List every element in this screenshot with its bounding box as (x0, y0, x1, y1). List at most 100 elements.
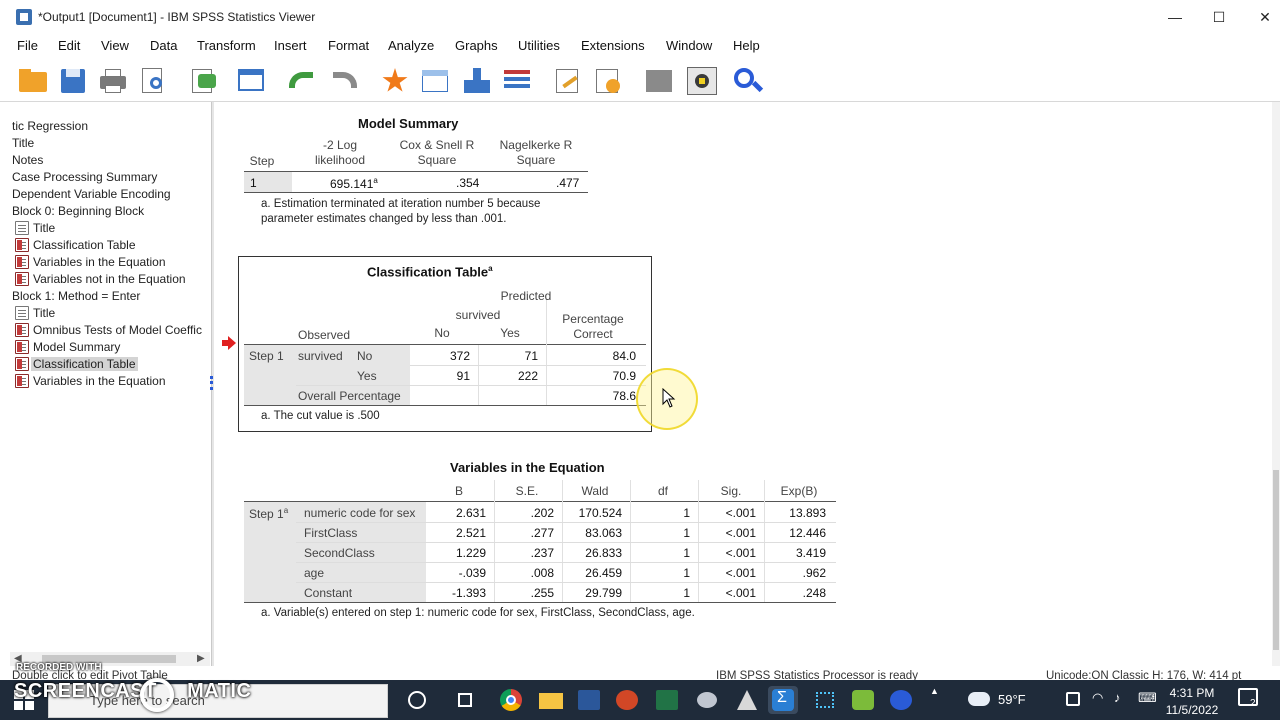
outline-item-omnibus-tests[interactable]: Omnibus Tests of Model Coeffic (33, 323, 202, 337)
outline-item-model-summary[interactable]: Model Summary (33, 340, 120, 354)
undo-icon[interactable] (286, 66, 316, 94)
spss-taskbar-icon[interactable]: Σ (768, 686, 798, 714)
model-summary-title: Model Summary (358, 116, 459, 131)
find-icon[interactable] (732, 66, 764, 94)
table-output-icon (15, 272, 29, 286)
content-scroll-thumb[interactable] (1273, 470, 1279, 650)
network-icon[interactable]: ◠ (1092, 690, 1103, 706)
weather-temperature[interactable]: 59°F (998, 692, 1026, 707)
outline-item-block1-variables[interactable]: Variables in the Equation (33, 374, 166, 388)
menu-data[interactable]: Data (150, 38, 177, 53)
outline-item-block0-title[interactable]: Title (33, 221, 55, 235)
ct-divider (546, 300, 547, 405)
clock-date[interactable]: 11/5/2022 (1160, 703, 1224, 717)
volume-icon[interactable]: ♪ (1114, 690, 1121, 705)
outline-item-dependent-variable-encoding[interactable]: Dependent Variable Encoding (12, 187, 171, 201)
app-icon[interactable] (692, 686, 722, 714)
print-icon[interactable] (98, 66, 128, 94)
selected-item-arrow-icon (222, 336, 236, 350)
table-output-icon (15, 357, 29, 371)
close-button[interactable]: ✕ (1242, 4, 1280, 30)
menu-help[interactable]: Help (733, 38, 760, 53)
app-icon[interactable] (886, 686, 916, 714)
menu-utilities[interactable]: Utilities (518, 38, 560, 53)
save-icon[interactable] (58, 66, 88, 94)
ve-header-sig: Sig. (720, 484, 742, 498)
ve-row-secondclass-expb: 3.419 (795, 546, 826, 560)
redo-icon[interactable] (330, 66, 360, 94)
menu-file[interactable]: File (17, 38, 38, 53)
insert-output-icon[interactable] (686, 66, 717, 95)
app-icon[interactable] (732, 686, 762, 714)
outline-item-block0-not-in-equation[interactable]: Variables not in the Equation (33, 272, 186, 286)
minimize-button[interactable]: — (1152, 4, 1198, 30)
ct-row-no-label: No (357, 349, 373, 363)
recall-dialog-icon[interactable] (236, 66, 266, 94)
ct-divider (478, 345, 479, 405)
hidden-icon[interactable] (644, 66, 674, 94)
excel-icon[interactable] (652, 686, 682, 714)
ve-header-se: S.E. (515, 484, 539, 498)
outline-item-title[interactable]: Title (12, 136, 34, 150)
menu-edit[interactable]: Edit (58, 38, 80, 53)
ve-row-rule (296, 542, 836, 543)
chrome-icon[interactable] (496, 686, 526, 714)
ve-divider (630, 480, 631, 602)
ve-row-rule (296, 562, 836, 563)
ct-header-pct-correct: Percentage Correct (562, 312, 624, 341)
app-icon[interactable] (848, 686, 878, 714)
window-title: *Output1 [Document1] - IBM SPSS Statisti… (38, 10, 316, 24)
outline-item-block1-title[interactable]: Title (33, 306, 55, 320)
open-folder-icon[interactable] (18, 66, 48, 94)
goto-case-icon[interactable] (380, 66, 410, 94)
toolbar (0, 58, 1280, 102)
menu-transform[interactable]: Transform (197, 38, 256, 53)
menu-insert[interactable]: Insert (274, 38, 307, 53)
ct-step: Step 1 (249, 349, 284, 363)
cortana-icon[interactable] (402, 686, 432, 714)
battery-icon[interactable] (1066, 692, 1080, 706)
outline-item-notes[interactable]: Notes (12, 153, 43, 167)
menu-graphs[interactable]: Graphs (455, 38, 498, 53)
outline-item-case-processing-summary[interactable]: Case Processing Summary (12, 170, 157, 184)
weather-cloud-icon[interactable] (968, 692, 990, 706)
ve-row-age-sig: <.001 (725, 566, 756, 580)
goto-variable-icon[interactable] (420, 66, 450, 94)
outline-item-block0-variables[interactable]: Variables in the Equation (33, 255, 166, 269)
ve-footnote: a. Variable(s) entered on step 1: numeri… (261, 607, 695, 619)
outline-item-block-0[interactable]: Block 0: Beginning Block (12, 204, 144, 218)
file-explorer-icon[interactable] (536, 686, 566, 714)
print-preview-icon[interactable] (138, 66, 168, 94)
outline-item-block1-classification-selected[interactable]: Classification Table (31, 357, 138, 371)
outline-item-logistic-regression[interactable]: tic Regression (12, 119, 88, 133)
word-icon[interactable] (574, 686, 604, 714)
app-icon[interactable] (810, 686, 840, 714)
menu-view[interactable]: View (101, 38, 129, 53)
maximize-button[interactable]: ☐ (1196, 4, 1242, 30)
ct-bottom-rule (244, 405, 646, 406)
designate-window-icon[interactable] (592, 66, 622, 94)
ms-nagelkerke-value: .477 (556, 176, 580, 190)
value-labels-icon[interactable] (502, 66, 532, 94)
edit-icon[interactable] (552, 66, 582, 94)
splitter-grip-icon[interactable] (210, 376, 213, 390)
ct-row-yes-label: Yes (357, 369, 377, 383)
variables-icon[interactable] (462, 66, 492, 94)
menu-window[interactable]: Window (666, 38, 712, 53)
ve-step-marker: a (283, 506, 289, 515)
outline-item-block-1[interactable]: Block 1: Method = Enter (12, 289, 140, 303)
menu-extensions[interactable]: Extensions (581, 38, 645, 53)
tray-expand-icon[interactable]: ▲ (930, 686, 939, 696)
clock-time[interactable]: 4:31 PM (1166, 686, 1218, 700)
variables-title: Variables in the Equation (450, 460, 605, 475)
powerpoint-icon[interactable] (612, 686, 642, 714)
task-view-icon[interactable] (450, 686, 480, 714)
ve-row-secondclass-se: .237 (530, 546, 554, 560)
menu-analyze[interactable]: Analyze (388, 38, 434, 53)
outline-item-block0-classification[interactable]: Classification Table (33, 238, 136, 252)
keyboard-icon[interactable]: ⌨ (1138, 690, 1157, 706)
scroll-right-arrow-icon[interactable]: ▶ (197, 653, 205, 664)
menu-format[interactable]: Format (328, 38, 369, 53)
ve-row-firstclass-expb: 12.446 (789, 526, 826, 540)
export-icon[interactable] (188, 66, 218, 94)
